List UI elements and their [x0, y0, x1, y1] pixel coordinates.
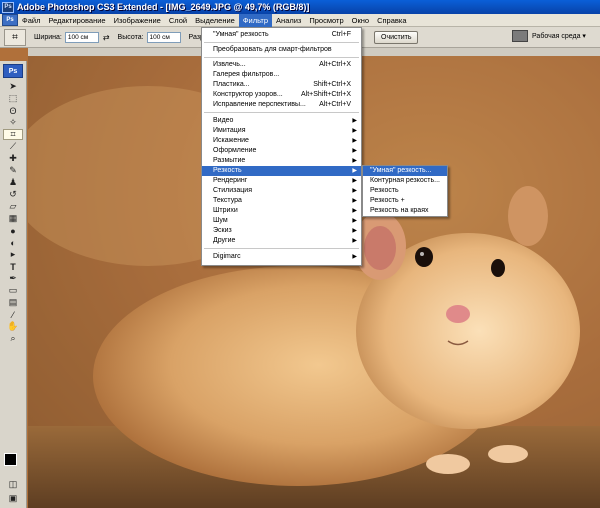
submenu-item-sharpen-edges[interactable]: Резкость на краях	[363, 206, 447, 216]
menu-item-sketch[interactable]: Эскиз ▶	[202, 226, 361, 236]
tools-panel: Ps ➤ ⬚ ʘ ✧ ⌗ ⟋ ✚ ✎ ♟ ↺ ▱ ▦ ● ◐ ▸ T ✒ ▭ ▤…	[0, 61, 27, 508]
title-bar: Ps Adobe Photoshop CS3 Extended - [IMG_2…	[0, 0, 600, 14]
menu-item-video[interactable]: Видео ▶	[202, 116, 361, 126]
menu-help[interactable]: Справка	[373, 14, 410, 27]
menu-item-liquify[interactable]: Пластика... Shift+Ctrl+X	[202, 80, 361, 90]
rectangle-icon[interactable]: ▭	[3, 285, 23, 296]
crop-tool-preset-icon[interactable]: ⌗	[4, 28, 26, 46]
marquee-icon[interactable]: ⬚	[3, 93, 23, 104]
menu-item-blur[interactable]: Размытие ▶	[202, 156, 361, 166]
notes-icon[interactable]: ▤	[3, 297, 23, 308]
blur-icon[interactable]: ●	[3, 225, 23, 236]
app-menu-button[interactable]: Ps	[2, 14, 18, 26]
menu-separator	[204, 57, 359, 58]
menu-item-artistic[interactable]: Имитация ▶	[202, 126, 361, 136]
menu-item-render[interactable]: Рендеринг ▶	[202, 176, 361, 186]
workspace-label: Рабочая среда ▾	[532, 33, 586, 40]
submenu-item-sharpen-more[interactable]: Резкость +	[363, 196, 447, 206]
window-title: Adobe Photoshop CS3 Extended - [IMG_2649…	[17, 2, 310, 12]
menu-file[interactable]: Файл	[18, 14, 44, 27]
menu-select[interactable]: Выделение	[191, 14, 239, 27]
eraser-icon[interactable]: ▱	[3, 201, 23, 212]
foreground-color-swatch[interactable]	[4, 453, 17, 466]
submenu-item-smart-sharpen[interactable]: "Умная" резкость...	[363, 166, 447, 176]
menu-item-sharpen[interactable]: Резкость ▶	[202, 166, 361, 176]
menu-item-extract[interactable]: Извлечь... Alt+Ctrl+X	[202, 60, 361, 70]
menu-item-pixelate[interactable]: Оформление ▶	[202, 146, 361, 156]
photoshop-logo-icon: Ps	[2, 1, 14, 13]
submenu-arrow-icon: ▶	[352, 218, 357, 224]
path-selection-icon[interactable]: ▸	[3, 249, 23, 260]
type-icon[interactable]: T	[3, 261, 23, 272]
clone-stamp-icon[interactable]: ♟	[3, 177, 23, 188]
magic-wand-icon[interactable]: ✧	[3, 117, 23, 128]
brush-icon[interactable]: ✎	[3, 165, 23, 176]
hand-icon[interactable]: ✋	[3, 321, 23, 332]
submenu-arrow-icon: ▶	[352, 228, 357, 234]
menu-view[interactable]: Просмотр	[305, 14, 347, 27]
zoom-icon[interactable]: ⌕	[3, 333, 23, 344]
toolbox-logo: Ps	[3, 64, 23, 78]
menu-image[interactable]: Изображение	[110, 14, 165, 27]
menu-item-distort[interactable]: Искажение ▶	[202, 136, 361, 146]
menu-item-brush-strokes[interactable]: Штрихи ▶	[202, 206, 361, 216]
menu-bar: Ps Файл Редактирование Изображение Слой …	[0, 13, 600, 27]
submenu-item-unsharp-mask[interactable]: Контурная резкость...	[363, 176, 447, 186]
submenu-arrow-icon: ▶	[352, 178, 357, 184]
eyedropper-icon[interactable]: ⁄	[3, 309, 23, 320]
submenu-arrow-icon: ▶	[352, 168, 357, 174]
menu-layer[interactable]: Слой	[165, 14, 191, 27]
move-icon[interactable]: ➤	[3, 81, 23, 92]
swap-dimensions-icon[interactable]: ⇄	[103, 33, 110, 42]
submenu-item-sharpen[interactable]: Резкость	[363, 186, 447, 196]
submenu-arrow-icon: ▶	[352, 208, 357, 214]
submenu-arrow-icon: ▶	[352, 238, 357, 244]
submenu-arrow-icon: ▶	[352, 158, 357, 164]
menu-item-other[interactable]: Другие ▶	[202, 236, 361, 246]
healing-brush-icon[interactable]: ✚	[3, 153, 23, 164]
submenu-arrow-icon: ▶	[352, 118, 357, 124]
height-field[interactable]: 100 см	[146, 31, 181, 43]
menu-separator	[204, 42, 359, 43]
sharpen-submenu: "Умная" резкость... Контурная резкость..…	[362, 165, 448, 217]
workspace-icon	[512, 30, 528, 42]
menu-item-pattern-maker[interactable]: Конструктор узоров... Alt+Shift+Ctrl+X	[202, 90, 361, 100]
lasso-icon[interactable]: ʘ	[3, 105, 23, 116]
history-brush-icon[interactable]: ↺	[3, 189, 23, 200]
width-label: Ширина:	[34, 33, 62, 41]
height-label: Высота:	[117, 33, 144, 41]
submenu-arrow-icon: ▶	[352, 148, 357, 154]
menu-item-last-filter[interactable]: "Умная" резкость Ctrl+F	[202, 30, 361, 40]
menu-separator	[204, 112, 359, 113]
submenu-arrow-icon: ▶	[352, 198, 357, 204]
submenu-arrow-icon: ▶	[352, 138, 357, 144]
menu-item-convert-smart-filters[interactable]: Преобразовать для смарт-фильтров	[202, 45, 361, 55]
menu-item-filter-gallery[interactable]: Галерея фильтров...	[202, 70, 361, 80]
workspace-switcher[interactable]: Рабочая среда ▾	[512, 30, 586, 42]
menu-filter[interactable]: Фильтр	[238, 13, 273, 27]
menu-item-vanishing-point[interactable]: Исправление перспективы... Alt+Ctrl+V	[202, 100, 361, 110]
dodge-icon[interactable]: ◐	[3, 237, 23, 248]
screen-mode-icon[interactable]: ▣	[3, 493, 23, 504]
crop-icon[interactable]: ⌗	[3, 129, 23, 140]
menu-separator	[204, 248, 359, 249]
menu-analysis[interactable]: Анализ	[272, 14, 305, 27]
menu-item-texture[interactable]: Текстура ▶	[202, 196, 361, 206]
menu-item-digimarc[interactable]: Digimarc ▶	[202, 252, 361, 262]
pen-icon[interactable]: ✒	[3, 273, 23, 284]
menu-edit[interactable]: Редактирование	[44, 14, 109, 27]
clear-button[interactable]: Очистить	[374, 31, 419, 44]
filter-menu: "Умная" резкость Ctrl+F Преобразовать для…	[201, 27, 362, 266]
submenu-arrow-icon: ▶	[352, 188, 357, 194]
menu-window[interactable]: Окно	[348, 14, 373, 27]
slice-icon[interactable]: ⟋	[3, 141, 23, 152]
gradient-icon[interactable]: ▦	[3, 213, 23, 224]
submenu-arrow-icon: ▶	[352, 254, 357, 260]
menu-item-stylize[interactable]: Стилизация ▶	[202, 186, 361, 196]
submenu-arrow-icon: ▶	[352, 128, 357, 134]
width-field[interactable]: 100 см	[64, 31, 99, 43]
menu-item-noise[interactable]: Шум ▶	[202, 216, 361, 226]
quick-mask-icon[interactable]: ◫	[3, 479, 23, 490]
